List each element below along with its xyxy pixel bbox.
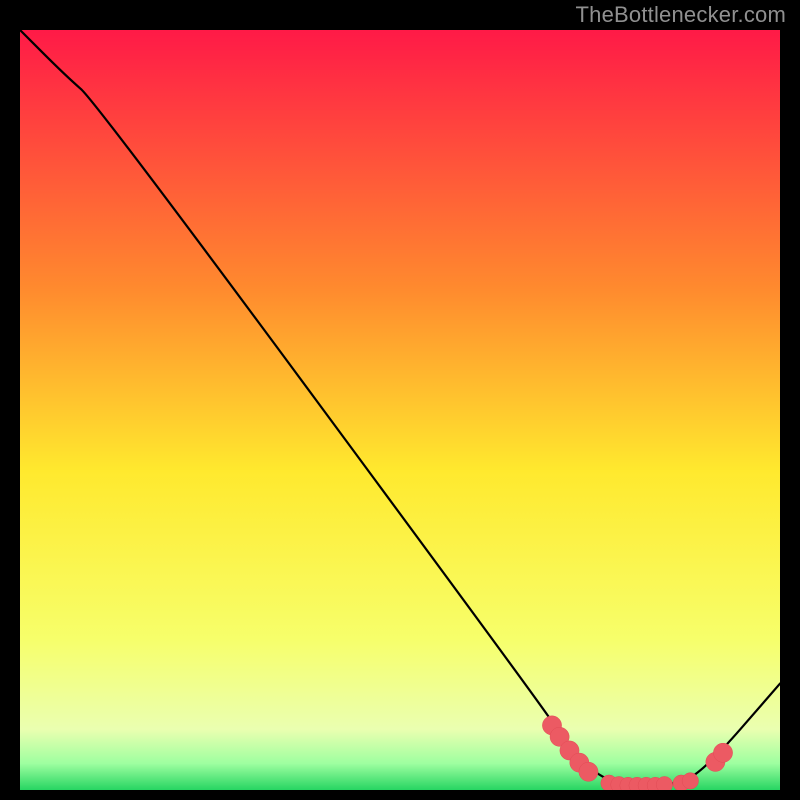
curve-marker	[713, 743, 732, 762]
chart-stage: TheBottlenecker.com	[0, 0, 800, 800]
attribution-text: TheBottlenecker.com	[576, 2, 786, 28]
curve-marker	[682, 773, 698, 789]
chart-plot-area	[20, 30, 780, 790]
curve-marker	[579, 762, 598, 781]
chart-svg	[20, 30, 780, 790]
gradient-background	[20, 30, 780, 790]
curve-marker	[656, 776, 672, 790]
